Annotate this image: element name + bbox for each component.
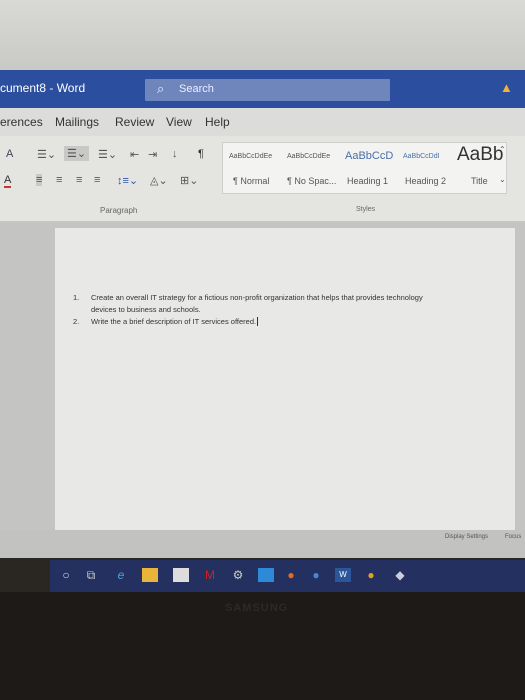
align-left-icon[interactable]: ≡ <box>36 174 43 186</box>
monitor-bezel-bottom: SAMSUNG <box>0 592 525 700</box>
document-page[interactable]: 1. Create an overall IT strategy for a fi… <box>55 228 515 538</box>
edge-icon[interactable]: e <box>113 568 129 582</box>
brand-logo: SAMSUNG <box>225 602 289 614</box>
tab-references[interactable]: erences <box>0 115 43 129</box>
word-icon[interactable]: W <box>335 568 351 582</box>
firefox-icon[interactable]: ● <box>283 568 299 582</box>
mail-icon[interactable] <box>258 568 274 582</box>
numbered-list: 1. Create an overall IT strategy for a fi… <box>73 292 433 328</box>
focus-button[interactable]: Focus <box>505 534 521 540</box>
show-formatting-icon[interactable]: ¶ <box>198 148 204 160</box>
list-text: Create an overall IT strategy for a fict… <box>91 293 423 314</box>
shading-icon[interactable]: ◬⌄ <box>150 174 168 187</box>
cortana-icon[interactable]: ○ <box>58 568 74 582</box>
bullets-icon[interactable]: ☰⌄ <box>37 148 56 161</box>
style-preview: AaBb <box>457 144 504 165</box>
store-icon[interactable] <box>173 568 189 582</box>
window-title: cument8 - Word <box>0 81 86 95</box>
list-item: 2. Write the a brief description of IT se… <box>73 316 433 328</box>
list-number: 2. <box>73 317 80 326</box>
settings-icon[interactable]: ⚙ <box>230 568 246 582</box>
display-settings-button[interactable]: Display Settings <box>445 534 488 540</box>
mcafee-icon[interactable]: M <box>202 568 218 582</box>
font-color-icon[interactable]: A <box>4 174 12 188</box>
tab-review[interactable]: Review <box>115 115 154 129</box>
style-preview: AaBbCcDdEe <box>229 153 273 160</box>
style-label: Title <box>471 176 488 186</box>
line-spacing-icon[interactable]: ↕≡⌄ <box>117 174 138 187</box>
list-text: Write the a brief description of IT serv… <box>91 317 257 326</box>
sort-icon[interactable]: ↓ <box>172 148 178 160</box>
numbering-icon[interactable]: ☰⌄ <box>64 146 90 161</box>
list-number: 1. <box>73 293 80 302</box>
style-preview: AaBbCcD <box>345 150 394 162</box>
style-label: ¶ No Spac... <box>287 176 337 186</box>
file-explorer-icon[interactable] <box>142 568 158 582</box>
tab-mailings[interactable]: Mailings <box>55 115 99 129</box>
text-cursor <box>257 317 259 326</box>
styles-gallery: AaBbCcDdEe ¶ Normal AaBbCcDdEe ¶ No Spac..… <box>222 142 507 194</box>
style-label: Heading 2 <box>405 176 447 186</box>
paragraph-group-label: Paragraph <box>100 206 138 215</box>
search-icon: ⌕ <box>157 81 165 96</box>
tab-view[interactable]: View <box>166 115 192 129</box>
align-right-icon[interactable]: ≡ <box>76 174 82 186</box>
decrease-indent-icon[interactable]: ⇤ <box>130 148 139 161</box>
increase-indent-icon[interactable]: ⇥ <box>148 148 157 161</box>
tab-help[interactable]: Help <box>205 115 230 129</box>
multilevel-list-icon[interactable]: ☰⌄ <box>98 148 117 161</box>
align-center-icon[interactable]: ≡ <box>56 174 62 186</box>
search-placeholder: Search <box>179 83 214 95</box>
monitor-bezel-top <box>0 0 525 72</box>
ribbon-tabs: erences Mailings Review View Help <box>0 108 525 136</box>
gallery-scroll-up-icon[interactable]: ⌃ <box>499 145 506 154</box>
justify-icon[interactable]: ≡ <box>94 174 100 186</box>
browser-icon[interactable]: ● <box>308 568 324 582</box>
style-label: Heading 1 <box>347 176 389 186</box>
document-area: 1. Create an overall IT strategy for a fi… <box>0 222 525 538</box>
borders-icon[interactable]: ⊞⌄ <box>180 174 198 187</box>
app-icon[interactable]: ◆ <box>392 568 408 582</box>
taskbar: ○ ⧉ e M ⚙ ● ● W ● ◆ <box>50 560 525 592</box>
style-preview: AaBbCcDdI <box>403 153 440 160</box>
style-label: ¶ Normal <box>233 176 270 186</box>
title-bar: cument8 - Word ⌕ Search ▲ <box>0 70 525 108</box>
gallery-more-icon[interactable]: ⌄ <box>499 175 506 184</box>
styles-group-label: Styles <box>356 206 376 213</box>
style-preview: AaBbCcDdEe <box>287 153 331 160</box>
task-view-icon[interactable]: ⧉ <box>83 568 99 582</box>
chrome-icon[interactable]: ● <box>363 568 379 582</box>
status-bar: Display Settings Focus <box>0 530 525 558</box>
search-box[interactable]: ⌕ Search <box>145 79 390 101</box>
list-item: 1. Create an overall IT strategy for a fi… <box>73 292 433 316</box>
warning-icon[interactable]: ▲ <box>500 80 513 95</box>
ribbon: A A ☰⌄ ☰⌄ ☰⌄ ⇤ ⇥ ↓ ¶ ≡ ≡ ≡ ≡ ↕≡⌄ ◬⌄ ⊞⌄ P… <box>0 136 525 222</box>
clear-formatting-icon[interactable]: A <box>6 148 13 160</box>
